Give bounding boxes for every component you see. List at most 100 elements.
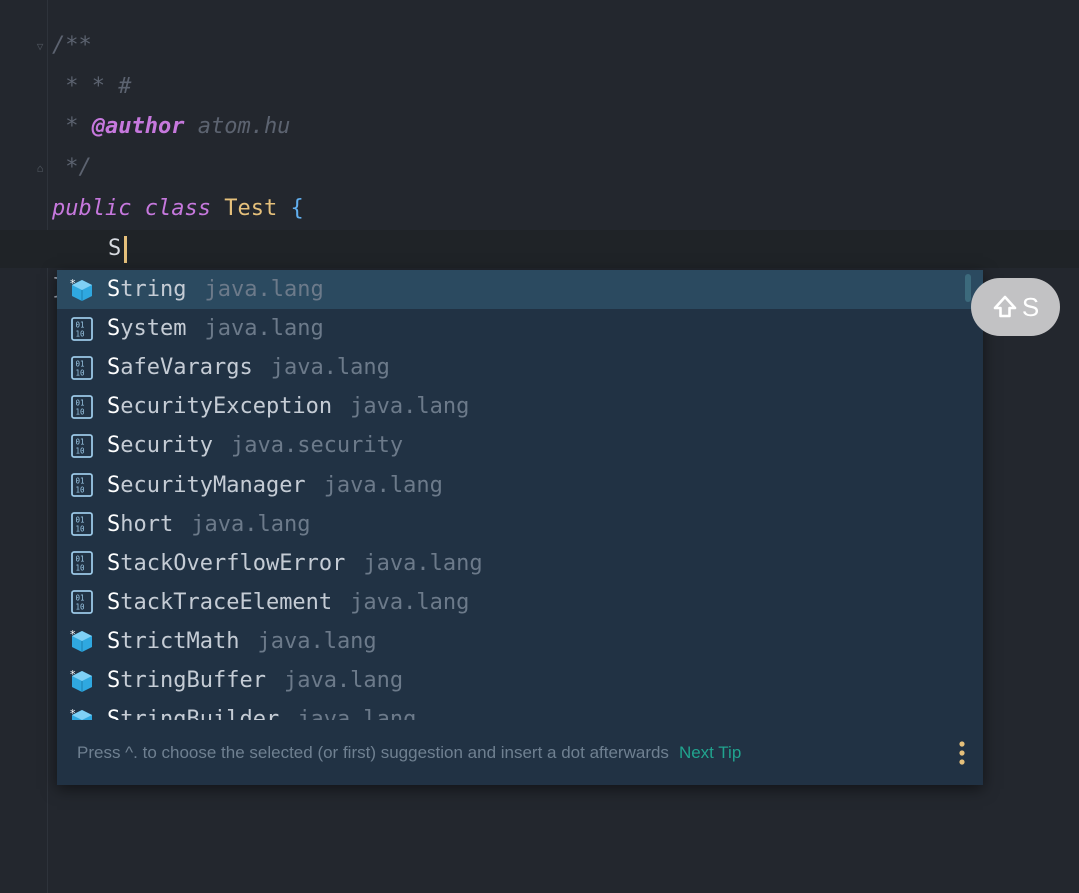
completion-item[interactable]: 01 10 Security java.security [57,426,983,465]
open-brace: { [290,196,304,221]
completion-item[interactable]: 01 10 SecurityManager java.lang [57,466,983,505]
completion-item-package: java.lang [350,589,470,615]
svg-text:*: * [70,668,76,681]
svg-text:*: * [70,707,76,720]
keystroke-label: S [1021,291,1040,322]
completion-item-package: java.lang [363,550,483,576]
code-line-1[interactable]: /** [52,31,92,61]
completion-match-prefix: S [107,511,121,537]
completion-match-prefix: S [107,277,121,302]
code-line-2[interactable]: * * # [52,72,131,102]
completion-item[interactable]: * StringBuffer java.lang [57,661,983,700]
completion-item[interactable]: 01 10 StackTraceElement java.lang [57,583,983,622]
doc-comment-line: * * # [52,74,132,99]
doc-author-value: atom.hu [184,114,291,139]
binary-class-icon: 01 10 [69,472,95,498]
current-line-highlight [0,230,1079,268]
doc-comment-close: */ [52,155,92,180]
completion-item[interactable]: * String java.lang [57,270,983,309]
completion-item[interactable]: 01 10 SafeVarargs java.lang [57,348,983,387]
completion-item-name: StrictMath [107,629,239,654]
completion-name-rest: ecurityException [120,394,333,420]
code-line-5[interactable]: public class Test { [52,194,304,224]
completion-item-package: java.security [230,433,404,459]
shift-icon [993,295,1017,318]
svg-text:10: 10 [76,525,86,534]
completion-item-package: java.lang [323,472,443,498]
svg-text:01: 01 [76,477,85,486]
completion-name-rest: hort [120,511,174,537]
gutter-divider [47,0,48,893]
svg-text:10: 10 [76,446,86,455]
completion-item-name: StackTraceElement [107,590,332,615]
completion-item-name: SafeVarargs [107,355,253,380]
completion-item-name: SecurityManager [107,473,306,498]
completion-name-rest: tackTraceElement [120,589,333,615]
class-icon: * [69,628,95,654]
svg-text:01: 01 [76,320,85,329]
completion-item[interactable]: 01 10 StackOverflowError java.lang [57,544,983,583]
binary-class-icon: 01 10 [69,316,95,342]
completion-match-prefix: S [107,433,121,459]
completion-item-name: System [107,316,186,341]
completion-name-rest: tackOverflowError [120,550,346,576]
completion-scrollbar[interactable] [965,274,971,302]
completion-item-package: java.lang [257,628,377,654]
text-caret [124,236,127,263]
completion-item-package: java.lang [204,277,324,302]
class-icon: * [69,707,95,720]
completion-item-package: java.lang [270,355,390,381]
next-tip-link[interactable]: Next Tip [679,743,741,763]
more-options-icon[interactable] [955,740,969,766]
completion-item-name: String [107,277,186,302]
completion-popup[interactable]: * String java.lang 01 10 System java.lang 01 10 S… [57,270,983,785]
svg-text:10: 10 [76,407,86,416]
svg-text:01: 01 [76,516,85,525]
completion-item[interactable]: * StringBuilder java.lang [57,700,983,720]
doc-comment-star: * [52,114,92,139]
completion-item-package: java.lang [204,316,324,342]
binary-class-icon: 01 10 [69,589,95,615]
completion-match-prefix: S [107,355,121,381]
completion-name-rest: ystem [120,316,187,342]
completion-item[interactable]: 01 10 System java.lang [57,309,983,348]
typed-text[interactable]: S [108,234,121,264]
svg-text:*: * [70,277,76,290]
svg-text:01: 01 [76,594,85,603]
completion-item-name: StringBuffer [107,668,266,693]
binary-class-icon: 01 10 [69,433,95,459]
class-icon: * [69,277,95,303]
completion-item-name: StringBuilder [107,707,279,720]
completion-item-name: Security [107,433,213,458]
completion-name-rest: ecurity [120,433,213,459]
binary-class-icon: 01 10 [69,394,95,420]
completion-match-prefix: S [107,707,121,720]
svg-text:10: 10 [76,603,86,612]
code-line-3[interactable]: * @author atom.hu [52,112,290,142]
fold-close-icon[interactable]: ⌂ [34,162,46,176]
completion-item-package: java.lang [283,668,404,693]
class-name: Test [224,196,278,221]
keyword-class: class [144,196,211,221]
completion-item-name: StackOverflowError [107,551,345,576]
completion-item-name: Short [107,512,173,537]
svg-text:10: 10 [76,368,86,377]
completion-match-prefix: S [107,316,121,342]
binary-class-icon: 01 10 [69,550,95,576]
completion-item[interactable]: * StrictMath java.lang [57,622,983,661]
svg-text:01: 01 [76,555,85,564]
completion-item[interactable]: 01 10 SecurityException java.lang [57,387,983,426]
svg-text:10: 10 [76,329,86,338]
completion-item[interactable]: 01 10 Short java.lang [57,505,983,544]
doc-comment-open: /** [52,33,92,58]
completion-name-rest: tring [120,277,187,302]
fold-open-icon[interactable]: ▽ [34,40,46,54]
completion-name-rest: ecurityManager [120,472,306,498]
completion-match-prefix: S [107,472,121,498]
completion-item-name: SecurityException [107,394,332,419]
keyword-public: public [52,196,132,221]
completion-item-package: java.lang [297,707,417,720]
completion-list[interactable]: * String java.lang 01 10 System java.lang 01 10 S… [57,270,983,720]
code-line-4[interactable]: */ [52,153,92,183]
svg-text:01: 01 [76,359,85,368]
